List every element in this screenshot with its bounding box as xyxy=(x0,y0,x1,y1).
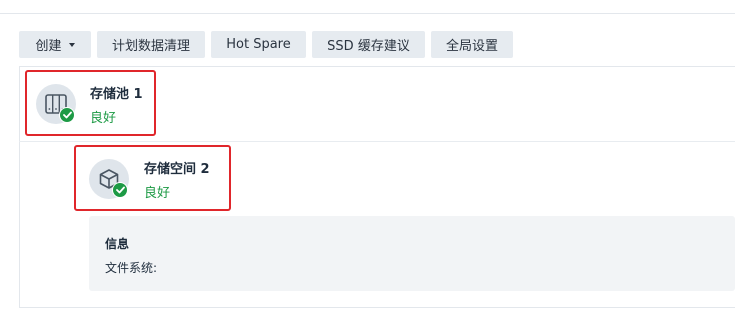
global-settings-button[interactable]: 全局设置 xyxy=(431,31,513,58)
healthy-check-icon xyxy=(59,107,75,123)
info-heading: 信息 xyxy=(105,237,130,251)
volume-item[interactable]: 存储空间 2 良好 xyxy=(74,145,231,211)
top-divider xyxy=(0,13,735,14)
volume-info-box: 信息 文件系统: xyxy=(89,216,735,291)
caret-down-icon xyxy=(68,42,75,47)
ssd-cache-advisor-button[interactable]: SSD 缓存建议 xyxy=(312,31,425,58)
toolbar: 创建 计划数据清理 Hot Spare SSD 缓存建议 全局设置 xyxy=(19,31,513,58)
create-dropdown-button[interactable]: 创建 xyxy=(19,31,91,58)
storage-pool-status: 良好 xyxy=(90,111,117,126)
row-divider xyxy=(19,141,735,142)
hot-spare-button[interactable]: Hot Spare xyxy=(211,31,306,58)
volume-title: 存储空间 2 xyxy=(144,162,210,177)
schedule-cleanup-button[interactable]: 计划数据清理 xyxy=(97,31,205,58)
storage-pool-item[interactable]: 存储池 1 良好 xyxy=(25,70,156,136)
healthy-check-icon xyxy=(112,182,128,198)
create-button-label: 创建 xyxy=(35,39,62,54)
storage-pool-title: 存储池 1 xyxy=(90,87,143,102)
volume-status: 良好 xyxy=(144,186,171,201)
filesystem-label: 文件系统: xyxy=(105,261,158,275)
